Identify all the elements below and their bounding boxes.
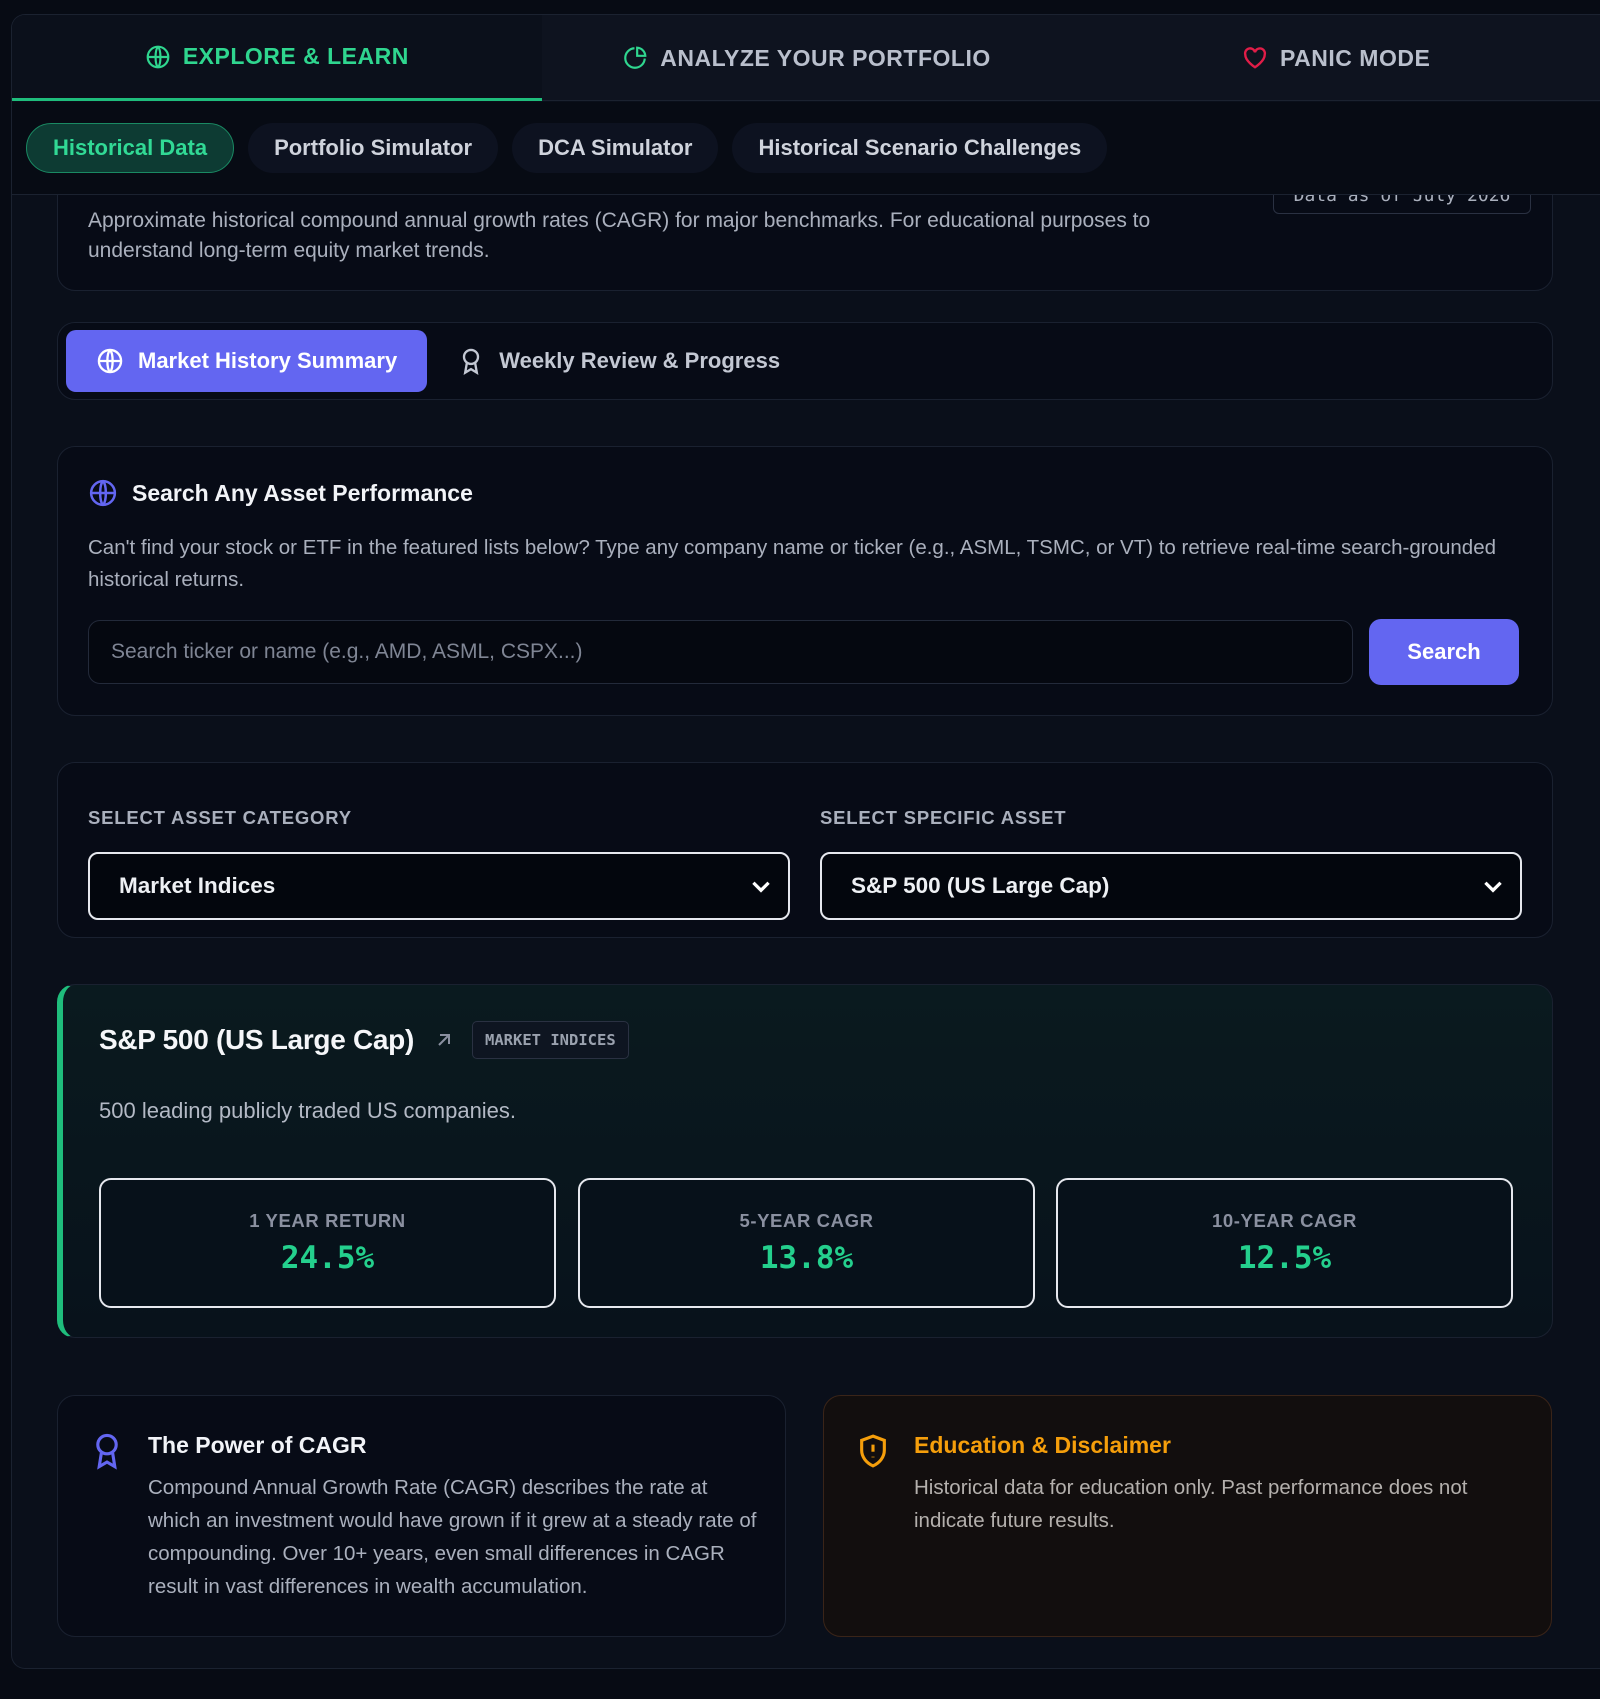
metric-value: 24.5% bbox=[280, 1240, 375, 1276]
tab-explore-learn-label: EXPLORE & LEARN bbox=[182, 43, 409, 69]
globe-icon bbox=[146, 45, 170, 68]
weekly-review-button[interactable]: Weekly Review & Progress bbox=[457, 330, 810, 392]
metric-value: 12.5% bbox=[1237, 1240, 1332, 1276]
asset-select[interactable]: S&P 500 (US Large Cap) bbox=[820, 852, 1522, 920]
subtab-dca-simulator[interactable]: DCA Simulator bbox=[512, 123, 719, 173]
metric-5-year-cagr: 5-YEAR CAGR 13.8% bbox=[578, 1178, 1035, 1308]
sub-tab-bar: Historical Data Portfolio Simulator DCA … bbox=[12, 102, 1600, 195]
chevron-down-icon bbox=[1484, 881, 1502, 893]
asset-select-label: SELECT SPECIFIC ASSET bbox=[820, 807, 1067, 828]
globe-icon bbox=[97, 348, 123, 374]
metric-10-year-cagr: 10-YEAR CAGR 12.5% bbox=[1056, 1178, 1513, 1308]
view-toggle: Market History Summary Weekly Review & P… bbox=[57, 322, 1553, 400]
asset-select-value: S&P 500 (US Large Cap) bbox=[851, 873, 1110, 898]
globe-icon bbox=[89, 479, 117, 507]
external-link-arrow-icon[interactable] bbox=[432, 1028, 456, 1052]
tab-analyze-portfolio-label: ANALYZE YOUR PORTFOLIO bbox=[660, 44, 991, 71]
subtab-historical-scenario-challenges[interactable]: Historical Scenario Challenges bbox=[732, 123, 1108, 173]
market-history-summary-label: Market History Summary bbox=[138, 348, 398, 373]
asset-performance-card: S&P 500 (US Large Cap) MARKET INDICES 50… bbox=[57, 984, 1553, 1338]
weekly-review-label: Weekly Review & Progress bbox=[499, 348, 781, 373]
metric-label: 10-YEAR CAGR bbox=[1212, 1210, 1357, 1231]
tab-analyze-portfolio[interactable]: ANALYZE YOUR PORTFOLIO bbox=[542, 15, 1072, 101]
search-section-title: Search Any Asset Performance bbox=[88, 478, 473, 508]
intro-description: Approximate historical compound annual g… bbox=[88, 209, 1151, 262]
metric-value: 13.8% bbox=[759, 1240, 854, 1276]
asset-selector-card: SELECT ASSET CATEGORY Market Indices SEL… bbox=[57, 762, 1553, 938]
heart-icon bbox=[1244, 47, 1267, 69]
chevron-down-icon bbox=[752, 881, 770, 893]
search-button[interactable]: Search bbox=[1369, 619, 1519, 685]
disclaimer-card: Education & Disclaimer Historical data f… bbox=[823, 1395, 1552, 1637]
pie-chart-icon bbox=[624, 46, 647, 69]
asset-name: S&P 500 (US Large Cap) bbox=[99, 1024, 414, 1055]
search-input[interactable] bbox=[88, 620, 1353, 684]
market-history-summary-button[interactable]: Market History Summary bbox=[66, 330, 428, 392]
asset-header: S&P 500 (US Large Cap) MARKET INDICES bbox=[99, 1021, 629, 1059]
category-select-label: SELECT ASSET CATEGORY bbox=[88, 807, 352, 828]
category-select[interactable]: Market Indices bbox=[88, 852, 790, 920]
metric-label: 5-YEAR CAGR bbox=[739, 1210, 874, 1231]
tab-explore-learn[interactable]: EXPLORE & LEARN bbox=[12, 15, 542, 101]
search-card: Search Any Asset Performance Can't find … bbox=[57, 446, 1553, 716]
subtab-historical-data[interactable]: Historical Data bbox=[26, 123, 235, 173]
cagr-info-title: The Power of CAGR bbox=[148, 1432, 367, 1458]
cagr-info-card: The Power of CAGR Compound Annual Growth… bbox=[57, 1395, 786, 1637]
asset-description: 500 leading publicly traded US companies… bbox=[99, 1098, 517, 1123]
search-description: Can't find your stock or ETF in the feat… bbox=[88, 536, 1497, 591]
search-title-text: Search Any Asset Performance bbox=[132, 479, 473, 506]
main-tab-bar: EXPLORE & LEARN ANALYZE YOUR PORTFOLIO P… bbox=[12, 15, 1600, 101]
award-icon bbox=[96, 1433, 118, 1470]
disclaimer-text: Historical data for education only. Past… bbox=[914, 1476, 1468, 1532]
award-icon bbox=[463, 348, 480, 375]
category-select-value: Market Indices bbox=[119, 873, 276, 898]
shield-alert-icon bbox=[860, 1434, 886, 1468]
disclaimer-title: Education & Disclaimer bbox=[914, 1432, 1171, 1458]
metric-label: 1 YEAR RETURN bbox=[249, 1210, 406, 1231]
app-window: Data as of July 2026 Approximate histori… bbox=[11, 14, 1600, 1669]
asset-category-badge: MARKET INDICES bbox=[472, 1021, 629, 1059]
metric-1-year-return: 1 YEAR RETURN 24.5% bbox=[99, 1178, 556, 1308]
tab-panic-mode-label: PANIC MODE bbox=[1280, 44, 1431, 71]
subtab-portfolio-simulator[interactable]: Portfolio Simulator bbox=[248, 123, 499, 173]
tab-panic-mode[interactable]: PANIC MODE bbox=[1071, 15, 1600, 101]
cagr-info-text: Compound Annual Growth Rate (CAGR) descr… bbox=[148, 1476, 757, 1598]
